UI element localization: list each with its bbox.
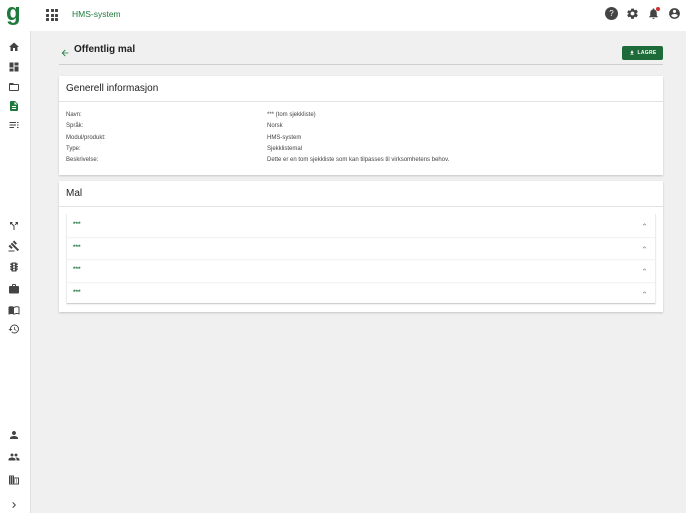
help-icon[interactable]: ? <box>605 7 618 20</box>
info-label: Navn: <box>66 112 82 118</box>
folder-icon[interactable] <box>8 81 20 93</box>
chevron-up-icon[interactable] <box>641 221 648 228</box>
sidebar <box>0 31 31 513</box>
template-card: Mal *** *** *** *** <box>59 181 663 312</box>
back-arrow-icon[interactable] <box>60 45 70 57</box>
info-value: Dette er en tom sjekkliste som kan tilpa… <box>267 157 450 164</box>
notification-badge <box>656 7 660 11</box>
chevron-right-icon[interactable] <box>8 499 20 511</box>
info-value: Norsk <box>267 123 283 130</box>
top-actions: ? <box>605 7 681 20</box>
document-icon[interactable] <box>8 100 20 112</box>
info-label: Type: <box>66 145 81 152</box>
info-row-language: Språk: Norsk <box>66 121 656 132</box>
template-title: Mal <box>59 181 663 207</box>
accordion-item-label: *** <box>73 288 81 296</box>
download-icon <box>629 50 634 55</box>
info-row-module: Modul/produkt: HMS-system <box>66 133 656 144</box>
main-content: Offentlig mal LAGRE Generell informasjon… <box>31 31 686 513</box>
book-icon[interactable] <box>8 304 20 316</box>
people-icon[interactable] <box>8 451 20 463</box>
general-info-rows: Navn: *** (tom sjekkliste) Språk: Norsk … <box>59 102 663 166</box>
info-label: Beskrivelse: <box>66 157 99 164</box>
app-title[interactable]: HMS-system <box>72 9 121 19</box>
gavel-icon[interactable] <box>8 240 20 252</box>
traffic-light-icon[interactable] <box>8 261 20 273</box>
accordion-item-label: *** <box>73 243 81 251</box>
accordion-item-label: *** <box>73 266 81 273</box>
dashboard-icon[interactable] <box>8 61 20 73</box>
info-row-type: Type: Sjekklistemal <box>66 144 656 155</box>
chevron-up-icon[interactable] <box>641 266 648 273</box>
info-row-name: Navn: *** (tom sjekkliste) <box>66 110 656 121</box>
accordion-item-label: *** <box>73 221 81 228</box>
fork-icon[interactable] <box>8 220 20 232</box>
home-icon[interactable] <box>8 41 20 53</box>
save-button-label: LAGRE <box>637 50 657 56</box>
accordion-item[interactable]: *** <box>66 281 656 304</box>
save-button[interactable]: LAGRE <box>622 46 663 60</box>
info-label: Språk: <box>66 123 84 130</box>
general-info-title: Generell informasjon <box>59 76 663 102</box>
page-title: Offentlig mal <box>74 44 136 55</box>
accordion-item[interactable]: *** <box>66 236 656 259</box>
top-bar: g HMS-system ? <box>0 0 686 31</box>
building-icon[interactable] <box>8 474 20 486</box>
list-icon[interactable] <box>8 119 20 131</box>
apps-grid-icon[interactable] <box>46 9 58 21</box>
chevron-up-icon[interactable] <box>641 244 648 251</box>
page-header: Offentlig mal <box>59 43 663 65</box>
account-icon[interactable] <box>668 7 681 20</box>
app-logo[interactable]: g <box>6 1 22 27</box>
info-row-description: Beskrivelse: Dette er en tom sjekkliste … <box>66 155 656 166</box>
general-info-card: Generell informasjon Navn: *** (tom sjek… <box>59 76 663 175</box>
briefcase-icon[interactable] <box>8 283 20 295</box>
info-value: Sjekklistemal <box>267 145 303 152</box>
accordion-item[interactable]: *** <box>66 214 656 237</box>
info-label: Modul/produkt: <box>66 134 106 141</box>
template-accordion: *** *** *** *** <box>66 214 656 304</box>
settings-icon[interactable] <box>626 7 639 20</box>
notifications-icon[interactable] <box>647 7 660 20</box>
history-icon[interactable] <box>8 323 20 335</box>
info-value: HMS-system <box>267 134 302 141</box>
person-icon[interactable] <box>8 429 20 441</box>
chevron-up-icon[interactable] <box>641 289 648 296</box>
accordion-item[interactable]: *** <box>66 259 656 282</box>
info-value: *** (tom sjekkliste) <box>267 112 316 118</box>
